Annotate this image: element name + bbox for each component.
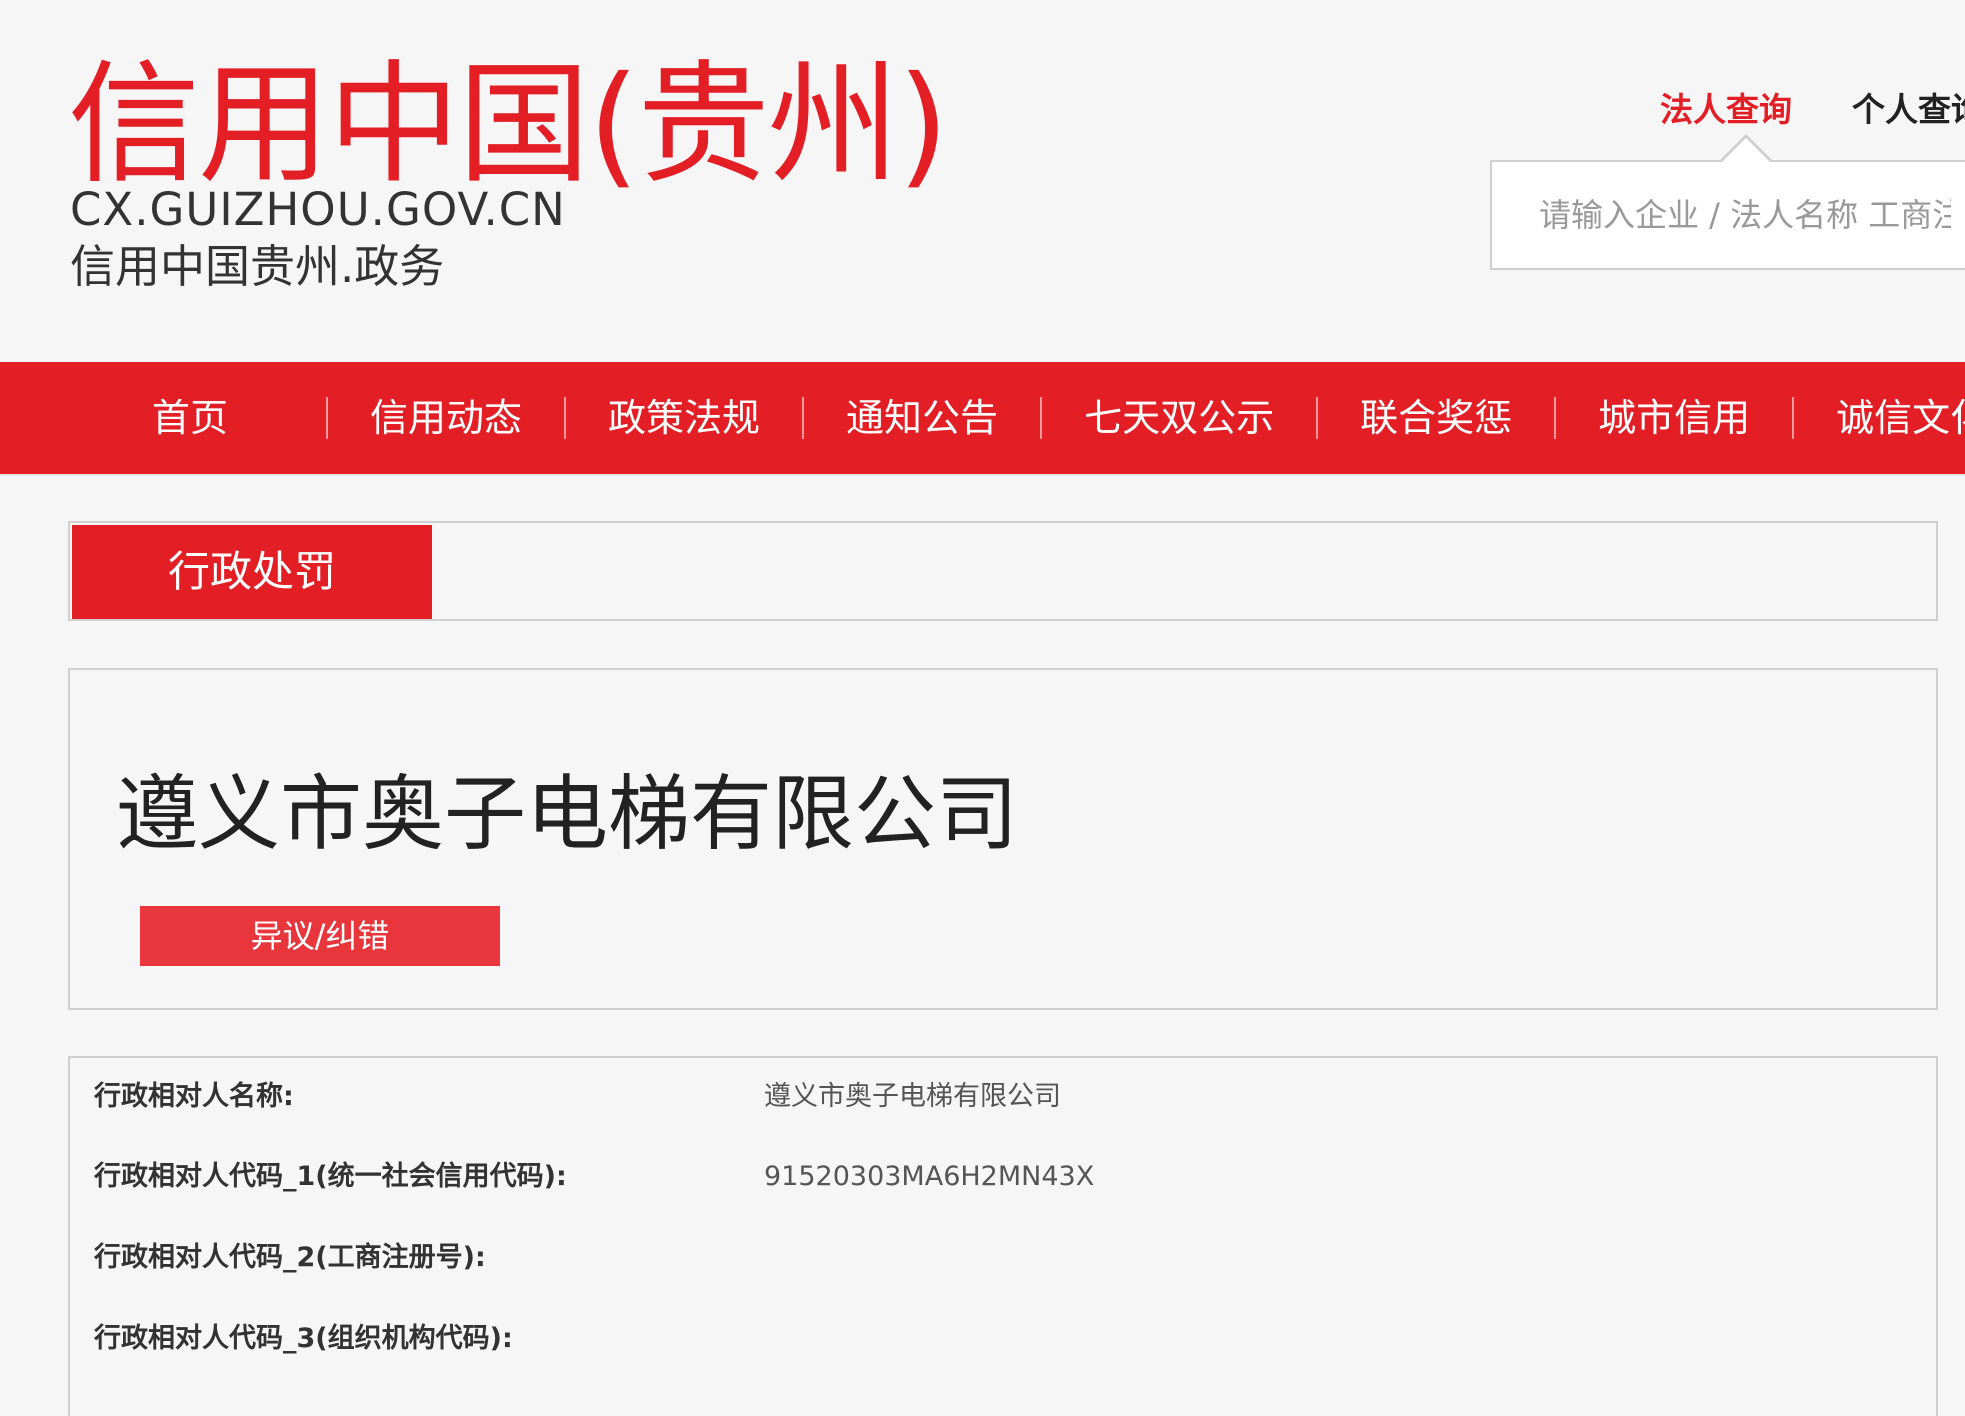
nav-separator bbox=[1554, 397, 1557, 439]
main-navigation: 首页 信用动态 政策法规 通知公告 七天双公示 联合奖惩 城市信用 诚信文化 bbox=[0, 362, 1965, 476]
detail-row: 行政相对人代码_2(工商注册号): bbox=[94, 1238, 1914, 1278]
detail-label: 行政相对人代码_1(统一社会信用代码): bbox=[94, 1161, 567, 1192]
search-type-tabs: 法人查询 个人查询 bbox=[1660, 85, 1965, 135]
nav-item-notices[interactable]: 通知公告 bbox=[818, 362, 1026, 474]
detail-row: 行政相对人名称: 遵义市奥子电梯有限公司 bbox=[94, 1077, 1914, 1117]
detail-label: 行政相对人代码_2(工商注册号): bbox=[94, 1242, 486, 1273]
nav-separator bbox=[802, 397, 805, 439]
nav-item-home[interactable]: 首页 bbox=[68, 362, 312, 474]
penalty-detail-panel: 行政相对人名称: 遵义市奥子电梯有限公司 行政相对人代码_1(统一社会信用代码)… bbox=[68, 1056, 1938, 1416]
detail-row: 行政相对人代码_1(统一社会信用代码): 91520303MA6H2MN43X bbox=[94, 1157, 1914, 1197]
nav-item-integrity-culture[interactable]: 诚信文化 bbox=[1808, 362, 1965, 474]
nav-item-credit-news[interactable]: 信用动态 bbox=[342, 362, 550, 474]
detail-value: 遵义市奥子电梯有限公司 bbox=[764, 1081, 1061, 1112]
search-tab-pointer-fill bbox=[1721, 138, 1771, 163]
nav-item-seven-day-publicity[interactable]: 七天双公示 bbox=[1056, 362, 1302, 474]
detail-label: 行政相对人代码_3(组织机构代码): bbox=[94, 1323, 513, 1354]
detail-label: 行政相对人名称: bbox=[94, 1081, 294, 1112]
main-navigation-items: 首页 信用动态 政策法规 通知公告 七天双公示 联合奖惩 城市信用 诚信文化 bbox=[68, 362, 1965, 474]
tab-administrative-penalty[interactable]: 行政处罚 bbox=[72, 525, 432, 619]
detail-row: 行政相对人代码_3(组织机构代码): bbox=[94, 1319, 1914, 1359]
nav-item-joint-rewards-penalties[interactable]: 联合奖惩 bbox=[1332, 362, 1540, 474]
objection-correction-button[interactable]: 异议/纠错 bbox=[140, 906, 500, 966]
site-header: 信用中国(贵州) CX.GUIZHOU.GOV.CN 信用中国贵州.政务 法人查… bbox=[0, 0, 1965, 362]
detail-value: 91520303MA6H2MN43X bbox=[764, 1161, 1095, 1192]
nav-separator bbox=[326, 397, 329, 439]
nav-separator bbox=[1316, 397, 1319, 439]
search-input[interactable] bbox=[1515, 180, 1965, 250]
category-tab-bar: 行政处罚 bbox=[68, 521, 1938, 621]
site-logo-title[interactable]: 信用中国(贵州) bbox=[68, 55, 949, 195]
site-logo-domain: CX.GUIZHOU.GOV.CN bbox=[70, 183, 566, 236]
tab-legal-person-search[interactable]: 法人查询 bbox=[1660, 85, 1792, 135]
company-name: 遵义市奥子电梯有限公司 bbox=[116, 767, 1019, 862]
site-logo-subtitle: 信用中国贵州.政务 bbox=[70, 240, 445, 293]
nav-separator bbox=[1040, 397, 1043, 439]
nav-item-policies[interactable]: 政策法规 bbox=[580, 362, 788, 474]
tab-individual-search[interactable]: 个人查询 bbox=[1852, 85, 1965, 135]
nav-separator bbox=[1792, 397, 1795, 439]
nav-item-city-credit[interactable]: 城市信用 bbox=[1570, 362, 1778, 474]
nav-separator bbox=[564, 397, 567, 439]
company-card: 遵义市奥子电梯有限公司 异议/纠错 bbox=[68, 668, 1938, 1010]
